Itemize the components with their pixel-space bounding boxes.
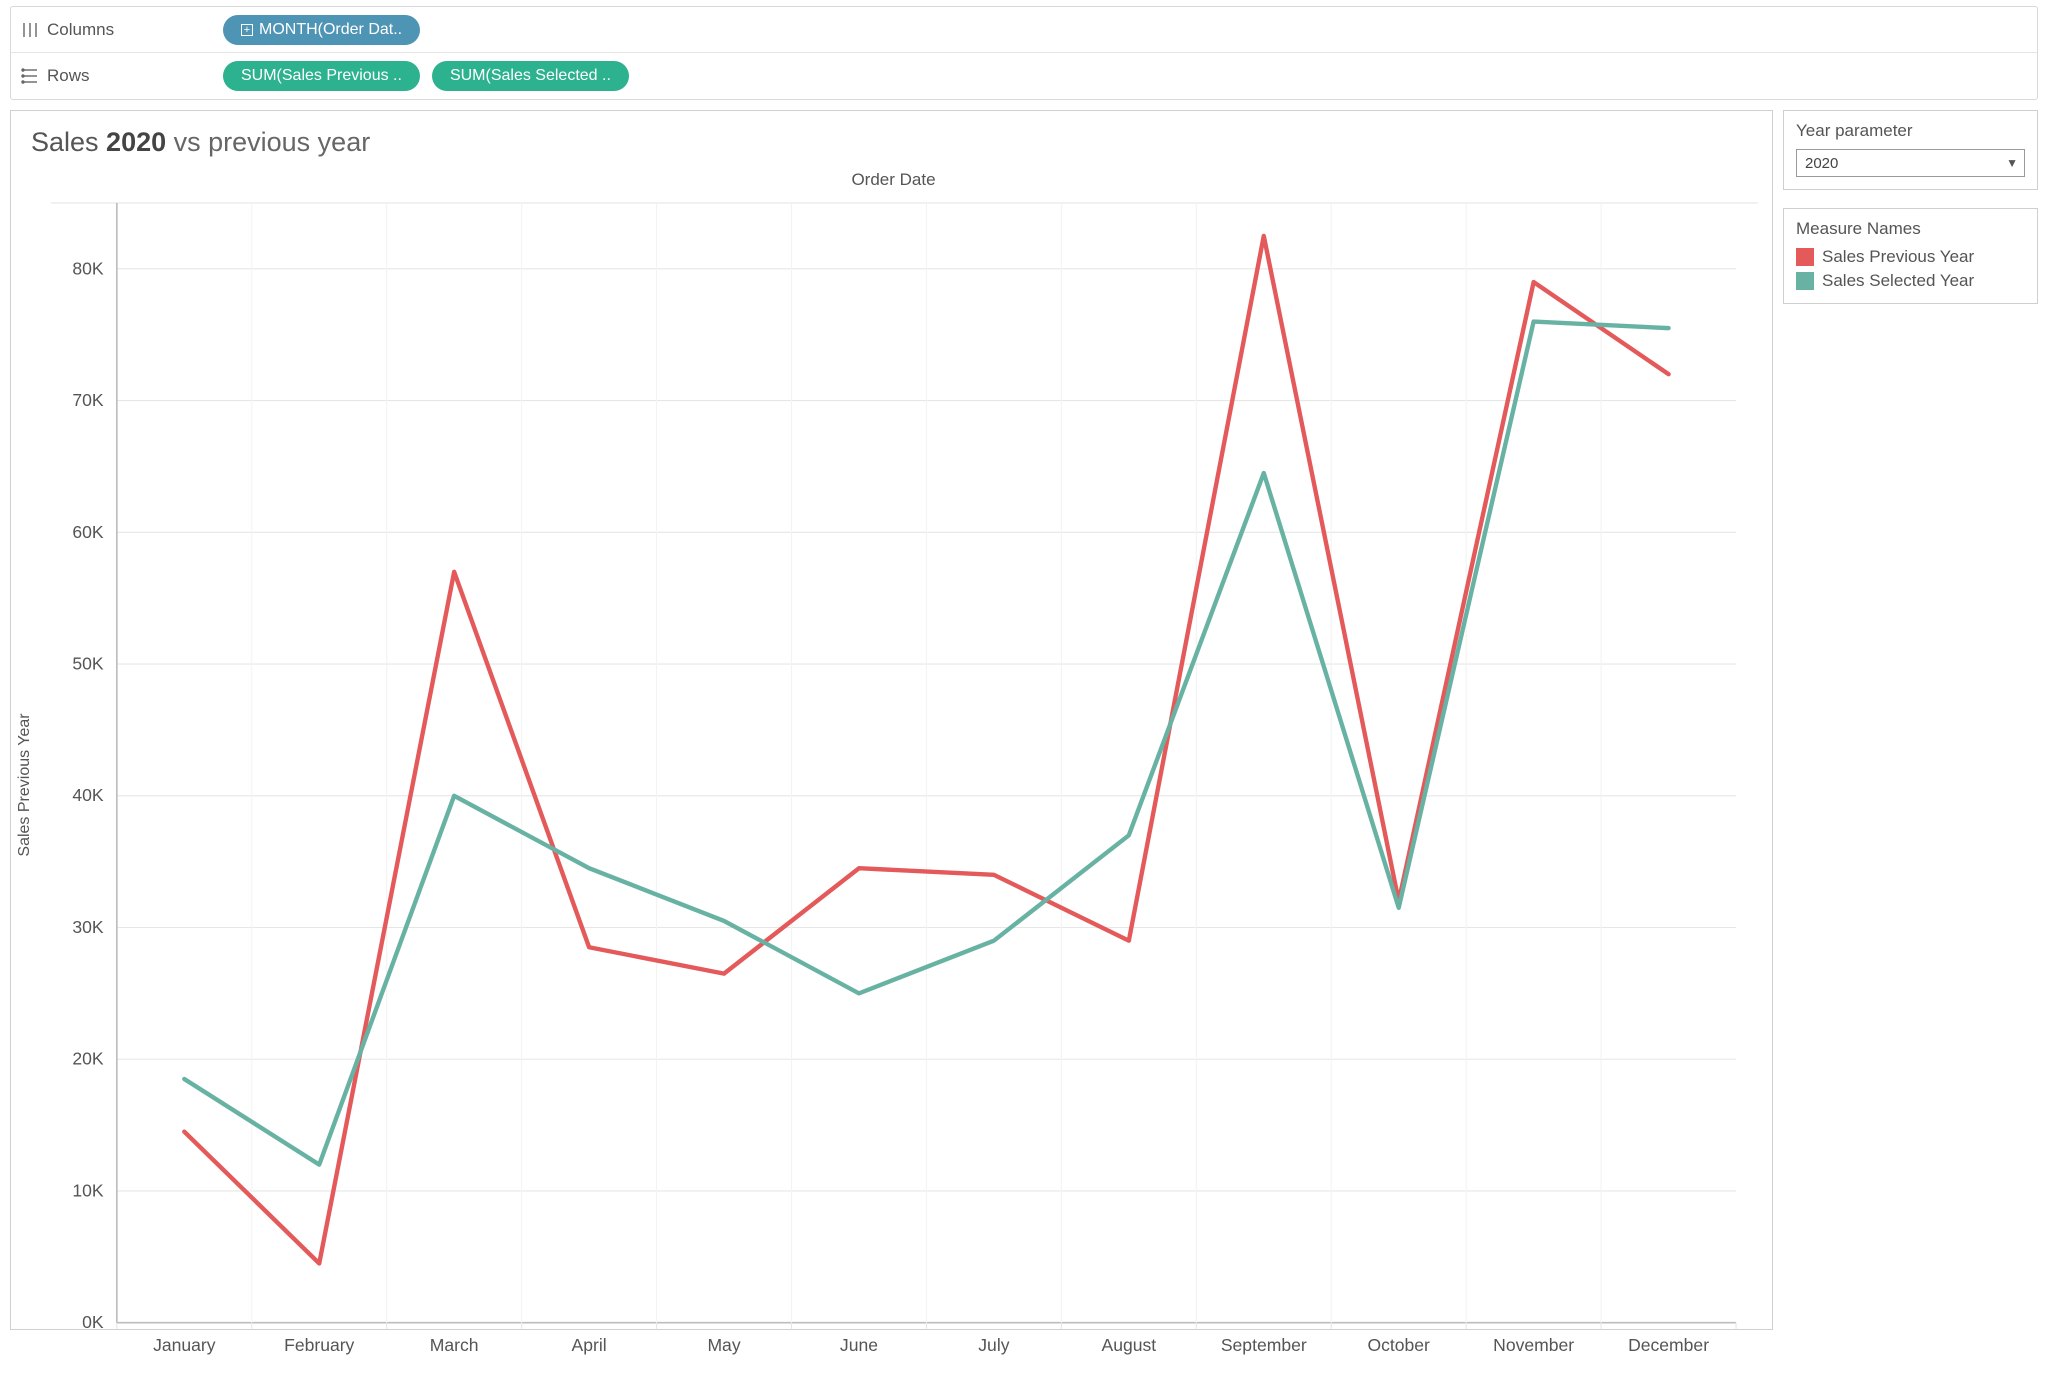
chart-panel: Sales 2020 vs previous year Order Date S… xyxy=(10,110,1773,1330)
legend-swatch-red xyxy=(1796,248,1814,266)
rows-icon xyxy=(21,67,39,85)
legend-item-selected[interactable]: Sales Selected Year xyxy=(1796,271,2025,291)
legend-header: Measure Names xyxy=(1796,219,2025,239)
y-tick-label: 50K xyxy=(72,654,104,674)
x-tick-label: September xyxy=(1221,1335,1307,1355)
pill-label: SUM(Sales Previous .. xyxy=(241,67,402,85)
legend-swatch-teal xyxy=(1796,272,1814,290)
x-tick-label: August xyxy=(1102,1335,1157,1355)
legend-label: Sales Previous Year xyxy=(1822,247,1974,267)
year-parameter-dropdown[interactable]: 2020 ▼ xyxy=(1796,149,2025,177)
pill-label: MONTH(Order Dat.. xyxy=(259,21,402,39)
rows-pill-sales-previous[interactable]: SUM(Sales Previous .. xyxy=(223,61,420,91)
chevron-down-icon: ▼ xyxy=(2006,156,2018,170)
y-tick-label: 70K xyxy=(72,390,104,410)
y-tick-label: 60K xyxy=(72,522,104,542)
legend-label: Sales Selected Year xyxy=(1822,271,1974,291)
parameter-header: Year parameter xyxy=(1796,121,2025,141)
columns-icon xyxy=(21,21,39,39)
y-tick-label: 40K xyxy=(72,785,104,805)
legend-item-previous[interactable]: Sales Previous Year xyxy=(1796,247,2025,267)
rows-shelf[interactable]: Rows SUM(Sales Previous .. SUM(Sales Sel… xyxy=(11,53,2037,99)
x-tick-label: December xyxy=(1628,1335,1709,1355)
expand-icon: + xyxy=(241,24,253,36)
columns-pill-month-order-date[interactable]: + MONTH(Order Dat.. xyxy=(223,15,420,45)
x-tick-label: October xyxy=(1367,1335,1430,1355)
y-axis-title: Sales Previous Year xyxy=(16,713,34,856)
pill-label: SUM(Sales Selected .. xyxy=(450,67,611,85)
x-axis-title: Order Date xyxy=(29,170,1758,190)
x-tick-label: July xyxy=(978,1335,1009,1355)
dropdown-value: 2020 xyxy=(1805,155,1838,172)
x-tick-label: February xyxy=(284,1335,354,1355)
x-tick-label: November xyxy=(1493,1335,1574,1355)
x-tick-label: March xyxy=(430,1335,479,1355)
x-tick-label: June xyxy=(840,1335,878,1355)
y-tick-label: 30K xyxy=(72,917,104,937)
rows-label: Rows xyxy=(47,66,90,86)
rows-pill-sales-selected[interactable]: SUM(Sales Selected .. xyxy=(432,61,629,91)
chart-title: Sales 2020 vs previous year xyxy=(31,127,1758,158)
parameter-control: Year parameter 2020 ▼ xyxy=(1783,110,2038,190)
line-chart[interactable]: 0K 10K 20K 30K 40K 50K 60K 70K 80K January Februar… xyxy=(29,192,1758,1378)
columns-label: Columns xyxy=(47,20,114,40)
x-tick-label: January xyxy=(153,1335,216,1355)
y-tick-label: 0K xyxy=(82,1312,104,1332)
y-tick-label: 10K xyxy=(72,1180,104,1200)
y-tick-label: 20K xyxy=(72,1049,104,1069)
x-tick-label: May xyxy=(707,1335,740,1355)
legend: Measure Names Sales Previous Year Sales … xyxy=(1783,208,2038,304)
columns-shelf[interactable]: Columns + MONTH(Order Dat.. xyxy=(11,7,2037,53)
x-tick-label: April xyxy=(572,1335,607,1355)
y-tick-label: 80K xyxy=(72,258,104,278)
